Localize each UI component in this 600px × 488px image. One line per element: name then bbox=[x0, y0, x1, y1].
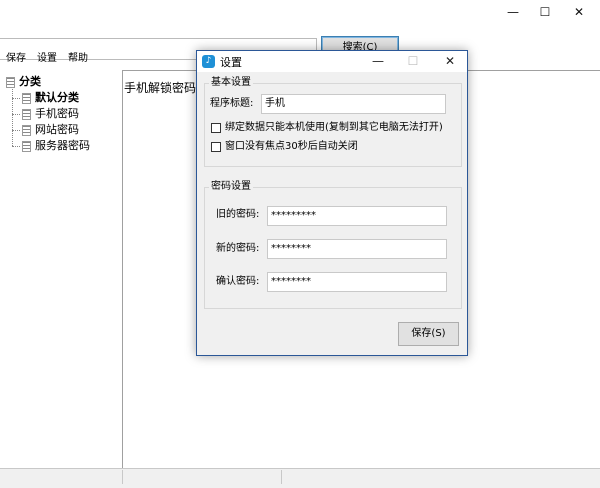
bind-device-checkbox[interactable] bbox=[211, 123, 221, 133]
auto-close-checkbox[interactable] bbox=[211, 142, 221, 152]
new-password-label: 新的密码: bbox=[216, 243, 260, 254]
document-icon bbox=[22, 140, 31, 152]
save-button[interactable]: 保存(S) bbox=[398, 322, 459, 346]
dialog-minimize-button[interactable]: — bbox=[362, 51, 394, 72]
menu-bar: 保存 设置 帮助 bbox=[0, 50, 122, 68]
new-password-input[interactable]: ******** bbox=[267, 239, 447, 259]
tree-connector bbox=[12, 84, 13, 146]
tree-node-default[interactable]: 默认分类 bbox=[22, 90, 79, 106]
tree-node-label: 分类 bbox=[19, 75, 41, 88]
password-settings-legend: 密码设置 bbox=[209, 181, 253, 193]
old-password-label: 旧的密码: bbox=[216, 209, 260, 220]
status-bar bbox=[0, 468, 600, 488]
tree-node-label: 手机密码 bbox=[35, 107, 79, 120]
menu-item-help[interactable]: 帮助 bbox=[68, 50, 88, 68]
document-icon bbox=[22, 124, 31, 136]
entry-item[interactable]: 手机解锁密码 bbox=[124, 79, 196, 96]
tree-node-label: 默认分类 bbox=[35, 91, 79, 104]
tree-connector bbox=[12, 146, 20, 147]
status-separator bbox=[281, 470, 282, 484]
auto-close-label[interactable]: 窗口没有焦点30秒后自动关闭 bbox=[225, 140, 358, 154]
tree-node-phone[interactable]: 手机密码 bbox=[22, 106, 79, 122]
tree-node-label: 服务器密码 bbox=[35, 139, 90, 152]
bind-device-label[interactable]: 绑定数据只能本机使用(复制到其它电脑无法打开) bbox=[225, 121, 443, 135]
tree-node-label: 网站密码 bbox=[35, 123, 79, 136]
tree-connector bbox=[12, 114, 20, 115]
tree-connector bbox=[12, 98, 20, 99]
dialog-maximize-button: ☐ bbox=[407, 54, 419, 68]
menu-item-save[interactable]: 保存 bbox=[6, 50, 26, 68]
tree-node-server[interactable]: 服务器密码 bbox=[22, 138, 90, 154]
confirm-password-label: 确认密码: bbox=[216, 276, 260, 287]
dialog-close-button[interactable]: ✕ bbox=[434, 51, 466, 72]
old-password-input[interactable]: ********* bbox=[267, 206, 447, 226]
program-title-label: 程序标题: bbox=[210, 98, 254, 109]
menu-item-settings[interactable]: 设置 bbox=[37, 50, 57, 68]
close-button[interactable]: ✕ bbox=[563, 0, 595, 25]
maximize-button[interactable]: ☐ bbox=[529, 0, 561, 25]
basic-settings-legend: 基本设置 bbox=[209, 77, 253, 89]
app-icon: ♪ bbox=[202, 55, 215, 68]
tree-node-website[interactable]: 网站密码 bbox=[22, 122, 79, 138]
tree-connector bbox=[12, 130, 20, 131]
document-icon bbox=[22, 92, 31, 104]
settings-dialog: ♪ 设置 — ☐ ✕ 基本设置 程序标题: 手机 绑定数据只能本机使用(复制到其… bbox=[196, 50, 468, 356]
dialog-title: 设置 bbox=[220, 56, 242, 69]
document-icon bbox=[22, 108, 31, 120]
status-separator bbox=[122, 470, 123, 484]
document-icon bbox=[6, 76, 15, 88]
program-title-input[interactable]: 手机 bbox=[261, 94, 446, 114]
confirm-password-input[interactable]: ******** bbox=[267, 272, 447, 292]
minimize-button[interactable]: — bbox=[497, 0, 529, 25]
tree-node-root[interactable]: 分类 bbox=[6, 74, 41, 90]
pane-splitter[interactable] bbox=[122, 70, 123, 468]
